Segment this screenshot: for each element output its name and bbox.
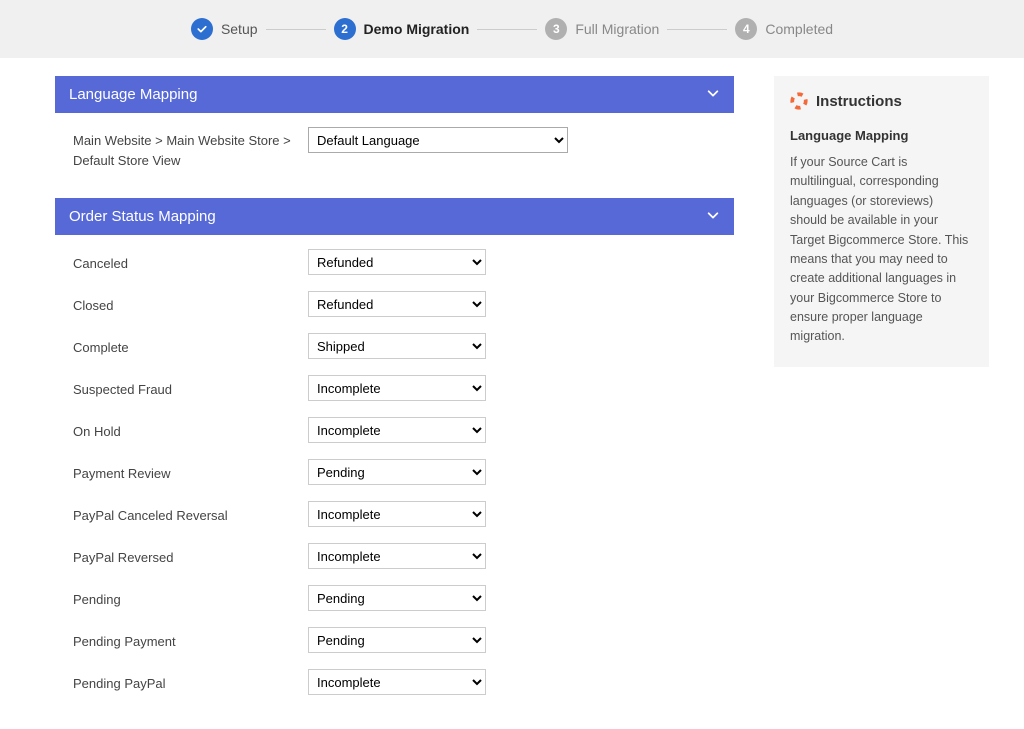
order-status-mapping-body: CanceledRefundedClosedRefundedCompleteSh… [55,235,734,719]
chevron-down-icon [706,208,720,225]
status-label: Pending [73,586,308,610]
status-label: Pending Payment [73,628,308,652]
step-demo-migration[interactable]: 2 Demo Migration [334,18,470,40]
status-select[interactable]: Shipped [308,333,486,359]
status-row: On HoldIncomplete [73,417,716,443]
language-select[interactable]: Default Language [308,127,568,153]
status-select[interactable]: Incomplete [308,375,486,401]
step-label: Setup [221,21,258,37]
status-row: CompleteShipped [73,333,716,359]
status-select[interactable]: Pending [308,459,486,485]
instructions-title: Instructions [816,93,902,110]
step-number: 4 [735,18,757,40]
status-select[interactable]: Pending [308,627,486,653]
instructions-header: Instructions [790,92,973,110]
chevron-down-icon [706,86,720,103]
step-divider [667,29,727,30]
step-completed[interactable]: 4 Completed [735,18,833,40]
status-select[interactable]: Refunded [308,291,486,317]
status-label: Pending PayPal [73,670,308,694]
status-label: PayPal Canceled Reversal [73,502,308,526]
section-title: Language Mapping [69,86,197,103]
status-label: PayPal Reversed [73,544,308,568]
main-column: Language Mapping Main Website > Main Web… [55,76,734,719]
status-row: PayPal ReversedIncomplete [73,543,716,569]
instructions-panel: Instructions Language Mapping If your So… [774,76,989,367]
status-label: Suspected Fraud [73,376,308,400]
status-select[interactable]: Incomplete [308,417,486,443]
status-row: PendingPending [73,585,716,611]
instructions-subtitle: Language Mapping [790,128,973,143]
status-row: CanceledRefunded [73,249,716,275]
language-mapping-header[interactable]: Language Mapping [55,76,734,113]
stepper: Setup 2 Demo Migration 3 Full Migration … [0,0,1024,58]
step-divider [266,29,326,30]
lifebuoy-icon [790,92,808,110]
language-row: Main Website > Main Website Store > Defa… [73,127,716,170]
instructions-body: If your Source Cart is multilingual, cor… [790,153,973,347]
content: Language Mapping Main Website > Main Web… [0,58,1024,729]
section-title: Order Status Mapping [69,208,216,225]
language-row-label: Main Website > Main Website Store > Defa… [73,127,308,170]
status-label: Complete [73,334,308,358]
step-setup[interactable]: Setup [191,18,258,40]
step-label: Full Migration [575,21,659,37]
status-select[interactable]: Incomplete [308,669,486,695]
status-select[interactable]: Incomplete [308,501,486,527]
status-select[interactable]: Refunded [308,249,486,275]
status-row: Payment ReviewPending [73,459,716,485]
status-select[interactable]: Pending [308,585,486,611]
step-number: 3 [545,18,567,40]
language-mapping-body: Main Website > Main Website Store > Defa… [55,113,734,198]
order-status-mapping-header[interactable]: Order Status Mapping [55,198,734,235]
status-label: On Hold [73,418,308,442]
status-row: PayPal Canceled ReversalIncomplete [73,501,716,527]
status-row: Suspected FraudIncomplete [73,375,716,401]
status-label: Canceled [73,250,308,274]
check-icon [191,18,213,40]
step-label: Demo Migration [364,21,470,37]
status-row: Pending PayPalIncomplete [73,669,716,695]
status-row: ClosedRefunded [73,291,716,317]
status-select[interactable]: Incomplete [308,543,486,569]
step-number: 2 [334,18,356,40]
status-row: Pending PaymentPending [73,627,716,653]
status-label: Closed [73,292,308,316]
step-full-migration[interactable]: 3 Full Migration [545,18,659,40]
step-divider [477,29,537,30]
status-label: Payment Review [73,460,308,484]
step-label: Completed [765,21,833,37]
